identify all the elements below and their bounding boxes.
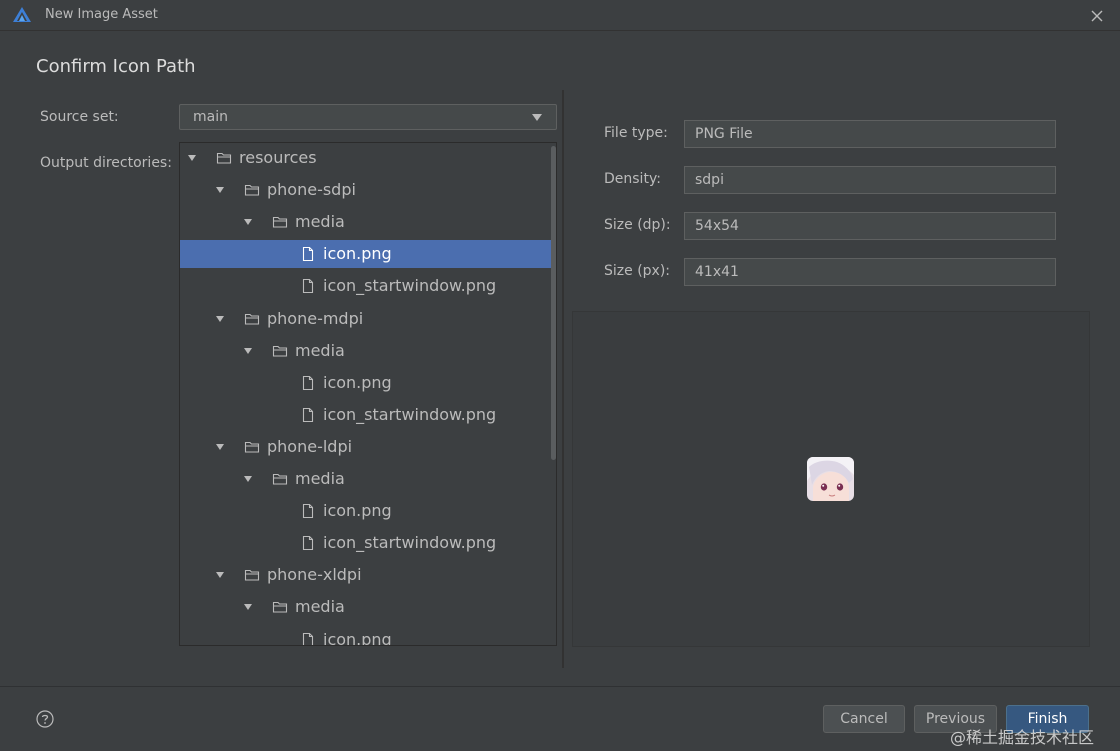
- file-icon: [302, 247, 314, 262]
- folder-icon: [272, 345, 288, 357]
- tree-item-label: icon_startwindow.png: [323, 276, 497, 296]
- tree-item-label: resources: [239, 148, 317, 167]
- source-set-value: main: [193, 109, 228, 125]
- size-dp-value: 54x54: [695, 218, 739, 234]
- size-px-value: 41x41: [695, 264, 739, 280]
- app-logo-icon: [13, 7, 31, 22]
- file-icon: [302, 632, 314, 645]
- help-icon[interactable]: [36, 710, 54, 728]
- tree-folder-row[interactable]: phone-xldpi: [180, 561, 552, 589]
- folder-icon: [216, 152, 232, 164]
- folder-icon: [244, 570, 260, 581]
- tree-item-label: phone-ldpi: [267, 436, 353, 456]
- tree-scrollbar[interactable]: [551, 146, 556, 460]
- size-px-label: Size (px):: [604, 263, 671, 279]
- cancel-button[interactable]: Cancel: [823, 705, 905, 733]
- folder-icon: [272, 217, 288, 228]
- page-title: Confirm Icon Path: [36, 56, 196, 77]
- icon-preview-image: [807, 457, 854, 501]
- chevron-down-icon[interactable]: [244, 347, 252, 354]
- title-bar: New Image Asset: [0, 0, 1120, 31]
- tree-item-label: media: [295, 469, 345, 488]
- tree-folder-row[interactable]: resources: [180, 144, 552, 172]
- watermark: @稀土掘金技术社区: [950, 728, 1095, 747]
- file-type-label: File type:: [604, 125, 668, 141]
- file-icon: [302, 407, 314, 422]
- tree-item-label: media: [295, 212, 345, 232]
- tree-folder-row[interactable]: phone-ldpi: [180, 433, 552, 461]
- chevron-down-icon[interactable]: [244, 604, 252, 611]
- chevron-down-icon: [532, 114, 542, 121]
- file-icon: [302, 536, 314, 551]
- tree-item-label: icon.png: [323, 629, 392, 646]
- folder-icon: [244, 441, 260, 453]
- output-directories-label: Output directories:: [40, 155, 172, 171]
- tree-file-row[interactable]: icon.png: [180, 626, 552, 646]
- tree-folder-row[interactable]: phone-mdpi: [180, 305, 552, 333]
- close-icon[interactable]: [1086, 5, 1108, 27]
- window-title: New Image Asset: [45, 7, 158, 22]
- tree-item-label: media: [295, 340, 345, 360]
- tree-item-label: icon_startwindow.png: [323, 404, 497, 424]
- tree-folder-row[interactable]: media: [180, 593, 552, 621]
- tree-file-row[interactable]: icon_startwindow.png: [180, 272, 552, 300]
- tree-file-row[interactable]: icon.png: [180, 369, 552, 397]
- tree-file-row[interactable]: icon_startwindow.png: [180, 401, 552, 429]
- size-dp-label: Size (dp):: [604, 217, 671, 233]
- file-type-field: PNG File: [684, 120, 1056, 148]
- tree-item-label: icon.png: [323, 372, 392, 392]
- tree-file-row[interactable]: icon.png: [180, 240, 552, 269]
- tree-file-row[interactable]: icon.png: [180, 497, 552, 525]
- source-set-label: Source set:: [40, 109, 119, 125]
- folder-icon: [244, 313, 260, 325]
- tree-folder-row[interactable]: media: [180, 465, 552, 493]
- folder-icon: [244, 185, 260, 196]
- chevron-down-icon[interactable]: [216, 187, 224, 194]
- file-icon: [302, 279, 314, 294]
- file-icon: [302, 375, 314, 390]
- size-dp-field: 54x54: [684, 212, 1056, 240]
- tree-item-label: media: [295, 597, 345, 617]
- chevron-down-icon[interactable]: [188, 155, 196, 161]
- tree-folder-row[interactable]: phone-sdpi: [180, 176, 552, 204]
- chevron-down-icon[interactable]: [244, 219, 252, 226]
- tree-item-label: phone-mdpi: [267, 308, 364, 328]
- tree-item-label: icon_startwindow.png: [323, 533, 497, 553]
- size-px-field: 41x41: [684, 258, 1056, 286]
- tree-item-label: phone-sdpi: [267, 180, 356, 200]
- density-field: sdpi: [684, 166, 1056, 194]
- file-icon: [302, 504, 314, 519]
- density-label: Density:: [604, 171, 661, 187]
- tree-item-label: icon.png: [323, 244, 392, 264]
- tree-item-label: phone-xldpi: [267, 565, 362, 585]
- file-type-value: PNG File: [695, 126, 753, 142]
- folder-icon: [272, 602, 288, 613]
- tree-item-label: icon.png: [323, 501, 392, 521]
- chevron-down-icon[interactable]: [244, 476, 252, 482]
- panel-divider: [562, 90, 564, 668]
- chevron-down-icon[interactable]: [216, 443, 224, 450]
- tree-file-row[interactable]: icon_startwindow.png: [180, 529, 552, 557]
- tree-folder-row[interactable]: media: [180, 337, 552, 365]
- tree-folder-row[interactable]: media: [180, 208, 552, 236]
- density-value: sdpi: [695, 172, 724, 188]
- folder-icon: [272, 473, 288, 485]
- source-set-dropdown[interactable]: main: [179, 104, 557, 130]
- chevron-down-icon[interactable]: [216, 572, 224, 579]
- output-directories-tree[interactable]: resources phone-sdpi media icon.png icon_sta…: [179, 142, 557, 646]
- chevron-down-icon[interactable]: [216, 315, 224, 322]
